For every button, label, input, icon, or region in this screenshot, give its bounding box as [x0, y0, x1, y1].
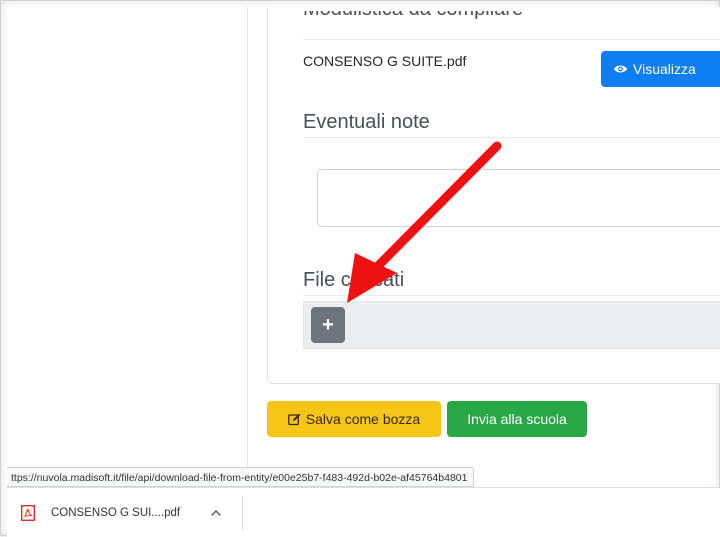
send-label: Invia alla scuola	[467, 411, 567, 427]
section-heading-text: Modulistica da compilare	[303, 11, 523, 31]
uploaded-files-title: File caricati	[303, 269, 405, 291]
chevron-up-icon[interactable]	[210, 509, 222, 517]
download-filename: CONSENSO G SUI....pdf	[51, 507, 181, 519]
files-divider	[303, 295, 720, 296]
uploaded-files-bar	[303, 301, 720, 349]
download-item[interactable]: CONSENSO G SUI....pdf	[17, 496, 243, 530]
section-heading: Modulistica da compilare	[303, 11, 523, 33]
notes-textarea[interactable]	[317, 169, 720, 227]
notes-divider	[303, 137, 720, 138]
save-draft-label: Salva come bozza	[305, 411, 421, 427]
view-button-label: Visualizza	[633, 61, 696, 77]
status-bar-url: ttps://nuvola.madisoft.it/file/api/downl…	[7, 467, 475, 487]
browser-page: Modulistica da compilare CONSENSO G SUIT…	[0, 0, 720, 537]
save-draft-button[interactable]: Salva come bozza	[267, 401, 441, 437]
add-file-button[interactable]: +	[311, 307, 345, 343]
download-bar: CONSENSO G SUI....pdf	[7, 487, 720, 537]
pdf-file-icon	[21, 505, 35, 521]
attachment-filename: CONSENSO G SUITE.pdf	[303, 53, 467, 69]
left-column	[7, 7, 248, 467]
notes-title: Eventuali note	[303, 111, 430, 133]
plus-icon: +	[322, 313, 334, 336]
edit-icon	[287, 413, 301, 425]
section-divider	[303, 39, 720, 40]
view-button[interactable]: Visualizza	[601, 51, 720, 87]
send-to-school-button[interactable]: Invia alla scuola	[447, 401, 587, 437]
eye-icon	[613, 65, 628, 73]
